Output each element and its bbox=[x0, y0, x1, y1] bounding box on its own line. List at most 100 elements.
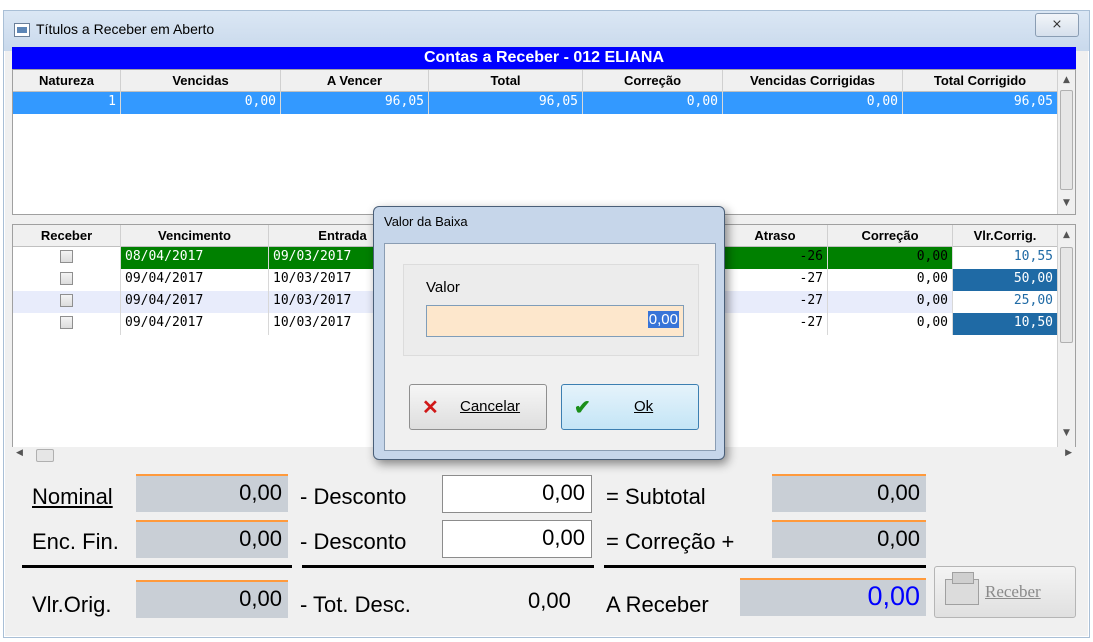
dialog-body: Valor 0,00 ✕ Cancelar ✔ Ok bbox=[384, 243, 716, 451]
cancel-button-label: Cancelar bbox=[460, 398, 521, 415]
divider bbox=[22, 565, 292, 568]
col-receber[interactable]: Receber bbox=[13, 225, 121, 247]
scroll-down-icon[interactable]: ▼ bbox=[1058, 425, 1075, 442]
valor-label: Valor bbox=[426, 279, 460, 296]
col-total[interactable]: Total bbox=[429, 70, 583, 92]
divider bbox=[604, 565, 926, 568]
close-button[interactable]: ⨯ bbox=[1035, 13, 1079, 37]
scroll-thumb[interactable] bbox=[1060, 90, 1073, 190]
enc-fin-value: 0,00 bbox=[136, 520, 288, 558]
a-receber-label: A Receber bbox=[606, 592, 709, 617]
col-correcao-detail[interactable]: Correção bbox=[828, 225, 953, 247]
cell-vencidas-corrigidas: 0,00 bbox=[723, 92, 903, 114]
nominal-label: Nominal bbox=[32, 484, 113, 509]
cell-receber bbox=[13, 247, 121, 269]
scroll-left-icon[interactable]: ◀ bbox=[16, 448, 23, 458]
cell-atraso: -27 bbox=[723, 291, 828, 313]
correcao-label: = Correção + bbox=[606, 529, 735, 554]
cash-register-icon bbox=[945, 572, 979, 605]
hscroll-thumb[interactable] bbox=[36, 449, 54, 462]
scroll-down-icon[interactable]: ▼ bbox=[1058, 195, 1075, 212]
title-bar: Títulos a Receber em Aberto ⨯ bbox=[4, 11, 1089, 51]
cancel-button[interactable]: ✕ Cancelar bbox=[409, 384, 547, 430]
col-vencidas[interactable]: Vencidas bbox=[121, 70, 281, 92]
col-vencimento[interactable]: Vencimento bbox=[121, 225, 269, 247]
correcao-value: 0,00 bbox=[772, 520, 926, 558]
cell-vencimento: 09/04/2017 bbox=[121, 313, 269, 335]
valor-baixa-dialog: Valor da Baixa Valor 0,00 ✕ Cancelar ✔ O… bbox=[373, 206, 725, 460]
col-total-corrigido[interactable]: Total Corrigido bbox=[903, 70, 1058, 92]
desconto1-label: - Desconto bbox=[300, 484, 407, 509]
cell-vlr-corrig: 25,00 bbox=[953, 291, 1058, 313]
enc-fin-label: Enc. Fin. bbox=[32, 529, 119, 554]
cell-atraso: -27 bbox=[723, 269, 828, 291]
cell-receber bbox=[13, 269, 121, 291]
receber-button-label: Receber bbox=[985, 582, 1041, 601]
cell-vencimento: 09/04/2017 bbox=[121, 269, 269, 291]
desconto1-input[interactable]: 0,00 bbox=[442, 475, 592, 513]
col-vlr-corrig[interactable]: Vlr.Corrig. bbox=[953, 225, 1058, 247]
cell-vlr-corrig: 50,00 bbox=[953, 269, 1058, 291]
nominal-value: 0,00 bbox=[136, 474, 288, 512]
cell-atraso: -27 bbox=[723, 313, 828, 335]
check-icon: ✔ bbox=[574, 397, 591, 419]
col-correcao[interactable]: Correção bbox=[583, 70, 723, 92]
tot-desc-value: 0,00 bbox=[528, 588, 571, 613]
cell-natureza: 1 bbox=[13, 92, 121, 114]
scroll-right-icon[interactable]: ▶ bbox=[1065, 448, 1072, 458]
col-natureza[interactable]: Natureza bbox=[13, 70, 121, 92]
col-atraso[interactable]: Atraso bbox=[723, 225, 828, 247]
tot-desc-label: - Tot. Desc. bbox=[300, 592, 411, 617]
close-icon: ✕ bbox=[422, 397, 439, 419]
desconto2-label: - Desconto bbox=[300, 529, 407, 554]
cell-correcao: 0,00 bbox=[828, 269, 953, 291]
ok-button-label: Ok bbox=[634, 398, 654, 415]
cell-atraso: -26 bbox=[723, 247, 828, 269]
vlr-orig-value: 0,00 bbox=[136, 580, 288, 618]
detail-vscroll[interactable]: ▲ ▼ bbox=[1057, 225, 1075, 447]
summary-grid-header: Natureza Vencidas A Vencer Total Correçã… bbox=[13, 70, 1058, 92]
col-a-vencer[interactable]: A Vencer bbox=[281, 70, 429, 92]
scroll-thumb[interactable] bbox=[1060, 247, 1073, 343]
summary-vscroll[interactable]: ▲ ▼ bbox=[1057, 70, 1075, 214]
cell-total: 96,05 bbox=[429, 92, 583, 114]
summary-caption: Contas a Receber - 012 ELIANA bbox=[12, 47, 1076, 69]
summary-row[interactable]: 1 0,00 96,05 96,05 0,00 0,00 96,05 bbox=[13, 92, 1058, 114]
scroll-up-icon[interactable]: ▲ bbox=[1058, 72, 1075, 89]
cell-vlr-corrig: 10,50 bbox=[953, 313, 1058, 335]
cell-a-vencer: 96,05 bbox=[281, 92, 429, 114]
app-icon bbox=[14, 23, 30, 37]
receber-button[interactable]: Receber bbox=[934, 566, 1076, 618]
valor-input-text: 0,00 bbox=[647, 311, 679, 328]
scroll-up-icon[interactable]: ▲ bbox=[1058, 227, 1075, 244]
subtotal-label: = Subtotal bbox=[606, 484, 706, 509]
subtotal-value: 0,00 bbox=[772, 474, 926, 512]
cell-receber bbox=[13, 291, 121, 313]
valor-input[interactable]: 0,00 bbox=[426, 305, 684, 337]
ok-button[interactable]: ✔ Ok bbox=[561, 384, 699, 430]
receber-checkbox[interactable] bbox=[60, 316, 73, 329]
a-receber-value: 0,00 bbox=[740, 578, 926, 616]
cell-correcao: 0,00 bbox=[828, 291, 953, 313]
close-icon: ⨯ bbox=[1051, 17, 1063, 32]
receber-checkbox[interactable] bbox=[60, 294, 73, 307]
divider bbox=[302, 565, 594, 568]
vlr-orig-label: Vlr.Orig. bbox=[32, 592, 112, 617]
cell-correcao: 0,00 bbox=[828, 313, 953, 335]
cell-vencidas: 0,00 bbox=[121, 92, 281, 114]
dialog-title: Valor da Baixa bbox=[384, 214, 468, 229]
cell-correcao: 0,00 bbox=[583, 92, 723, 114]
receber-checkbox[interactable] bbox=[60, 272, 73, 285]
cell-vlr-corrig: 10,55 bbox=[953, 247, 1058, 269]
cell-receber bbox=[13, 313, 121, 335]
cell-total-corrigido: 96,05 bbox=[903, 92, 1058, 114]
desconto2-input[interactable]: 0,00 bbox=[442, 520, 592, 558]
col-vencidas-corrigidas[interactable]: Vencidas Corrigidas bbox=[723, 70, 903, 92]
summary-grid: Natureza Vencidas A Vencer Total Correçã… bbox=[12, 69, 1076, 215]
valor-group: Valor 0,00 bbox=[403, 264, 699, 356]
window-title: Títulos a Receber em Aberto bbox=[36, 21, 215, 37]
cell-vencimento: 08/04/2017 bbox=[121, 247, 269, 269]
cell-correcao: 0,00 bbox=[828, 247, 953, 269]
cell-vencimento: 09/04/2017 bbox=[121, 291, 269, 313]
receber-checkbox[interactable] bbox=[60, 250, 73, 263]
